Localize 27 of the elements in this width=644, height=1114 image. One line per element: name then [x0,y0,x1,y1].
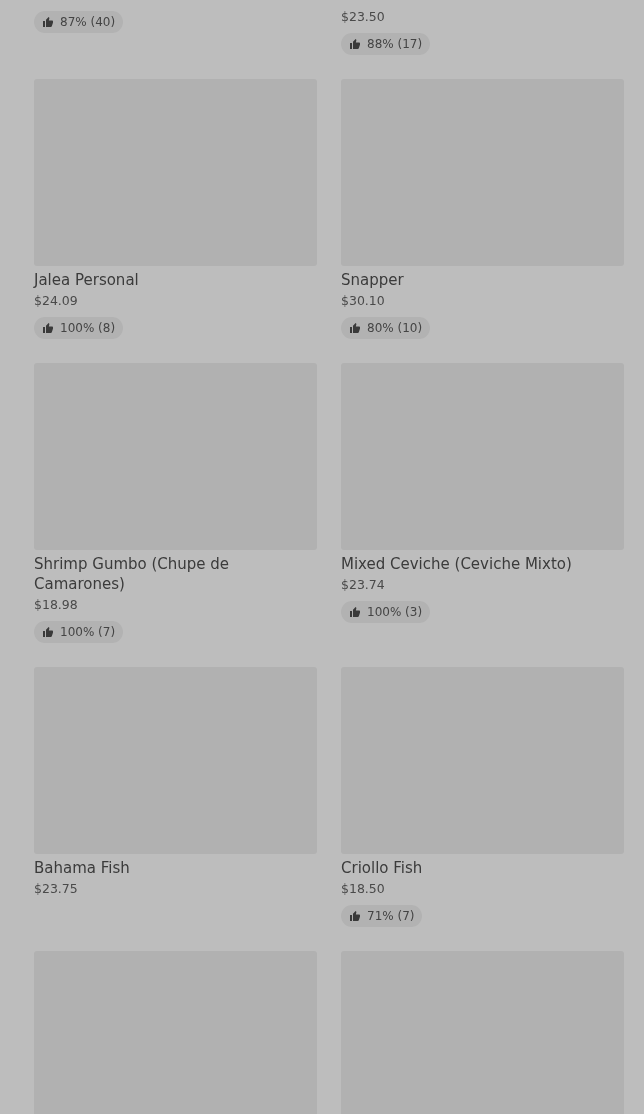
item-price: $30.10 [341,292,386,310]
thumbs-up-icon [42,16,54,28]
item-name[interactable]: Mixed Ceviche (Ceviche Mixto) [341,554,624,574]
rating-text: 88% (17) [367,36,423,52]
thumbs-up-icon [42,322,54,334]
item-name[interactable]: Bahama Fish [34,858,317,878]
rating-text: 100% (7) [60,624,116,640]
item-price: $23.75 [34,880,79,898]
item-name[interactable]: Jalea Personal [34,270,317,290]
item-price: $18.50 [341,880,386,898]
item-price: $24.09 [34,292,79,310]
item-name[interactable]: Criollo Fish [341,858,624,878]
item-price: $23.74 [341,576,386,594]
thumbs-up-icon [349,322,361,334]
rating-text: 87% (40) [60,14,116,30]
thumbs-up-icon [42,626,54,638]
rating-text: 100% (3) [367,604,423,620]
thumbs-up-icon [349,38,361,50]
thumbs-up-icon [349,910,361,922]
item-price: $18.98 [34,596,79,614]
rating-text: 100% (8) [60,320,116,336]
thumbs-up-icon [349,606,361,618]
rating-text: 71% (7) [367,908,415,924]
item-price: $23.50 [341,8,386,26]
rating-text: 80% (10) [367,320,423,336]
item-name[interactable]: Shrimp Gumbo (Chupe de Camarones) [34,554,317,594]
item-name[interactable]: Snapper [341,270,624,290]
